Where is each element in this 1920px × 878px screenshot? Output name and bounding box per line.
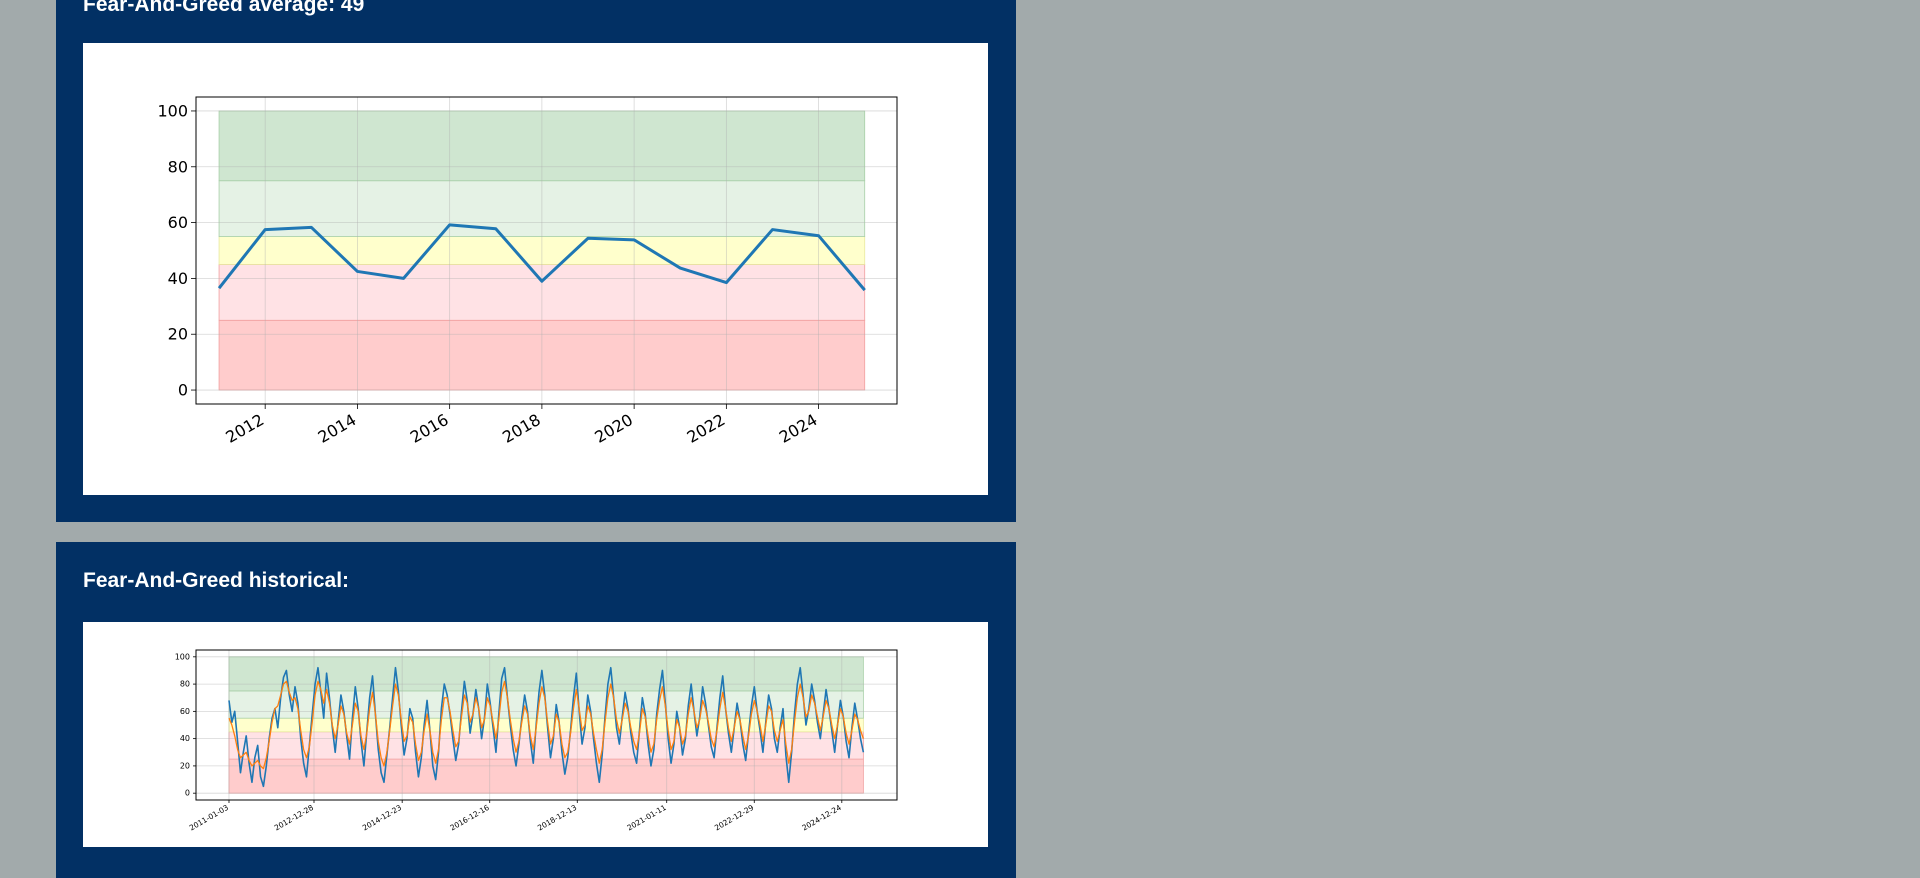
y-tick-label: 60	[180, 707, 190, 716]
average-chart-container: 0 20 40 60 80 100 2012 2014 2016 2018 2020 2022 2024	[83, 43, 988, 495]
x-tick-label: 2018-12-13	[536, 803, 578, 833]
y-tick-label: 0	[178, 381, 188, 400]
historical-panel: Fear-And-Greed historical: 0 20 40 60 80 100 2…	[56, 542, 1016, 878]
y-tick-label: 20	[180, 761, 190, 770]
y-tick-label: 20	[168, 325, 188, 344]
x-tick-label: 2022-12-29	[713, 803, 755, 833]
x-tick-label: 2014-12-23	[361, 803, 403, 833]
historical-title: Fear-And-Greed historical:	[83, 569, 350, 592]
x-tick-label: 2024	[776, 410, 821, 447]
x-tick-label: 2020	[591, 410, 636, 447]
sentiment-band-0	[228, 758, 864, 794]
average-chart: 0 20 40 60 80 100 2012 2014 2016 2018 2020 2022 2024	[157, 96, 898, 447]
x-tick-label: 2016-12-16	[448, 803, 490, 833]
average-panel: Fear-And-Greed average: 49 0 20 40 60 80 100 2…	[56, 0, 1016, 522]
x-tick-label: 2012	[222, 410, 267, 447]
average-title: Fear-And-Greed average: 49	[83, 0, 365, 16]
y-tick-label: 40	[180, 734, 190, 743]
historical-chart-container: 0 20 40 60 80 100 2011-01-03 2012-12-28 2014-12-…	[83, 622, 988, 847]
historical-chart: 0 20 40 60 80 100 2011-01-03 2012-12-28 2014-12-…	[175, 649, 898, 833]
y-tick-label: 100	[157, 101, 188, 120]
x-tick-label: 2018	[499, 410, 544, 447]
x-tick-label: 2014	[315, 410, 360, 447]
sentiment-band-1	[228, 731, 864, 760]
x-tick-label: 2021-01-11	[625, 803, 667, 833]
y-tick-label: 60	[168, 213, 188, 232]
sentiment-band-4	[228, 656, 864, 692]
x-tick-label: 2022	[684, 410, 729, 447]
y-tick-label: 80	[180, 680, 190, 689]
y-tick-label: 80	[168, 157, 188, 176]
x-tick-label: 2024-12-24	[801, 803, 843, 833]
y-tick-label: 100	[175, 652, 190, 661]
x-tick-label: 2016	[407, 410, 452, 447]
y-tick-label: 0	[185, 789, 190, 798]
y-tick-label: 40	[168, 269, 188, 288]
x-tick-label: 2012-12-28	[273, 803, 315, 833]
x-tick-label: 2011-01-03	[188, 803, 230, 833]
